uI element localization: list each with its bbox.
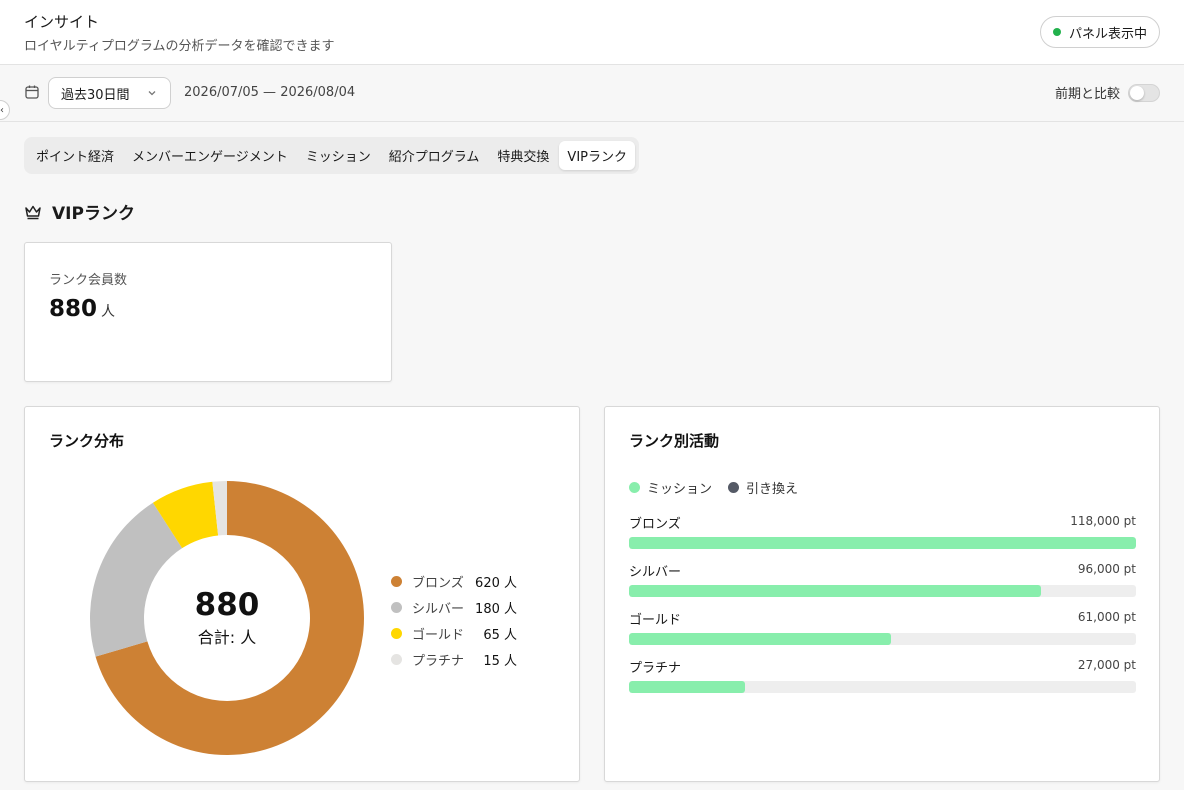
rank-activity-card: ランク別活動 ミッション 引き換え ブロンズ 118,000 pt シルバー 9… (604, 406, 1160, 782)
calendar-icon (25, 85, 39, 99)
legend-label: プラチナ (412, 653, 465, 669)
legend-swatch-platinum (391, 653, 402, 665)
insight-tabs: ポイント経済 メンバーエンゲージメント ミッション 紹介プログラム 特典交換 V… (24, 137, 639, 174)
member-count-unit: 人 (101, 304, 116, 320)
legend-item-missions: ミッション (629, 478, 712, 497)
bar-label: シルバー (629, 565, 682, 580)
chevron-down-icon (148, 91, 156, 96)
bar-row-bronze: ブロンズ 118,000 pt (629, 513, 1136, 561)
bar-fill-bronze (629, 537, 1136, 549)
activity-title: ランク別活動 (629, 432, 720, 450)
rank-donut-chart (90, 481, 364, 755)
legend-count: 180 人 (475, 601, 517, 617)
bar-track (629, 633, 1136, 645)
legend-swatch-redemptions (728, 482, 740, 493)
legend-swatch-bronze (391, 575, 402, 587)
section-heading: VIPランク (24, 199, 135, 224)
tab-points-economy[interactable]: ポイント経済 (28, 141, 122, 170)
legend-label: ブロンズ (412, 575, 464, 591)
legend-swatch-missions (629, 482, 640, 493)
legend-item-platinum: プラチナ 15 人 (391, 646, 521, 672)
period-select-value: 過去30日間 (61, 87, 130, 103)
bar-fill-gold (629, 633, 892, 645)
panel-button-label: パネル表示中 (1068, 26, 1147, 42)
legend-count: 65 人 (483, 627, 517, 643)
bar-value: 61,000 pt (1077, 610, 1136, 624)
tab-missions[interactable]: ミッション (298, 141, 379, 170)
toggle-knob (1130, 85, 1144, 100)
legend-count: 15 人 (483, 653, 517, 669)
bar-row-gold: ゴールド 61,000 pt (629, 609, 1136, 657)
bar-row-platinum: プラチナ 27,000 pt (629, 657, 1136, 705)
section-title: VIPランク (52, 204, 135, 224)
bar-track (629, 681, 1136, 693)
crown-icon (25, 205, 41, 219)
member-count-label: ランク会員数 (49, 273, 128, 288)
bar-label: ブロンズ (629, 517, 681, 532)
legend-item-bronze: ブロンズ 620 人 (391, 568, 521, 594)
distribution-legend: ブロンズ 620 人 シルバー 180 人 ゴールド 65 人 プラチナ 15 … (391, 568, 521, 672)
legend-label: ミッション (647, 482, 713, 497)
tab-referral-program[interactable]: 紹介プログラム (381, 141, 488, 170)
tab-vip-rank[interactable]: VIPランク (559, 141, 635, 170)
filter-toolbar: ‹ 過去30日間 2026/07/05 — 2026/08/04 前期と比較 (0, 65, 1184, 122)
compare-toggle-group: 前期と比較 (1055, 83, 1160, 102)
legend-count: 620 人 (475, 575, 517, 591)
compare-toggle[interactable] (1128, 83, 1160, 102)
activity-bars: ブロンズ 118,000 pt シルバー 96,000 pt ゴールド 61,0… (629, 513, 1136, 705)
bar-track (629, 537, 1136, 549)
bar-fill-silver (629, 585, 1042, 597)
member-count-value: 880 (49, 296, 98, 322)
member-count-value-group: 880 人 (49, 296, 115, 322)
legend-swatch-silver (391, 601, 402, 613)
legend-item-silver: シルバー 180 人 (391, 594, 521, 620)
sidebar-collapse-handle[interactable]: ‹ (0, 100, 10, 120)
legend-swatch-gold (391, 627, 402, 639)
bar-fill-platinum (629, 681, 745, 693)
legend-item-gold: ゴールド 65 人 (391, 620, 521, 646)
bar-track (629, 585, 1136, 597)
panel-toggle-button[interactable]: パネル表示中 (1039, 16, 1160, 48)
page-header: インサイト ロイヤルティプログラムの分析データを確認できます パネル表示中 (0, 0, 1184, 65)
period-select[interactable]: 過去30日間 (48, 77, 171, 109)
rank-member-count-card: ランク会員数 880 人 (24, 242, 392, 382)
bar-label: プラチナ (629, 661, 682, 676)
tab-member-engagement[interactable]: メンバーエンゲージメント (124, 141, 296, 170)
bar-row-silver: シルバー 96,000 pt (629, 561, 1136, 609)
legend-label: シルバー (412, 601, 465, 617)
date-range-text: 2026/07/05 — 2026/08/04 (184, 85, 356, 100)
bar-value: 118,000 pt (1070, 514, 1136, 528)
status-dot-icon (1052, 28, 1061, 36)
activity-legend: ミッション 引き換え (629, 478, 798, 497)
rank-distribution-card: ランク分布 880 合計: 人 ブロンズ 620 人 シルバー 180 人 ゴー… (24, 406, 580, 782)
page-subtitle: ロイヤルティプログラムの分析データを確認できます (24, 39, 335, 54)
page-title: インサイト (24, 13, 100, 31)
legend-label: 引き換え (746, 482, 799, 497)
bar-value: 27,000 pt (1077, 658, 1136, 672)
compare-label: 前期と比較 (1054, 87, 1120, 102)
bar-label: ゴールド (629, 613, 682, 628)
distribution-title: ランク分布 (49, 432, 125, 450)
legend-label: ゴールド (412, 627, 465, 643)
legend-item-redemptions: 引き換え (728, 478, 798, 497)
tab-reward-exchange[interactable]: 特典交換 (489, 141, 557, 170)
bar-value: 96,000 pt (1077, 562, 1136, 576)
